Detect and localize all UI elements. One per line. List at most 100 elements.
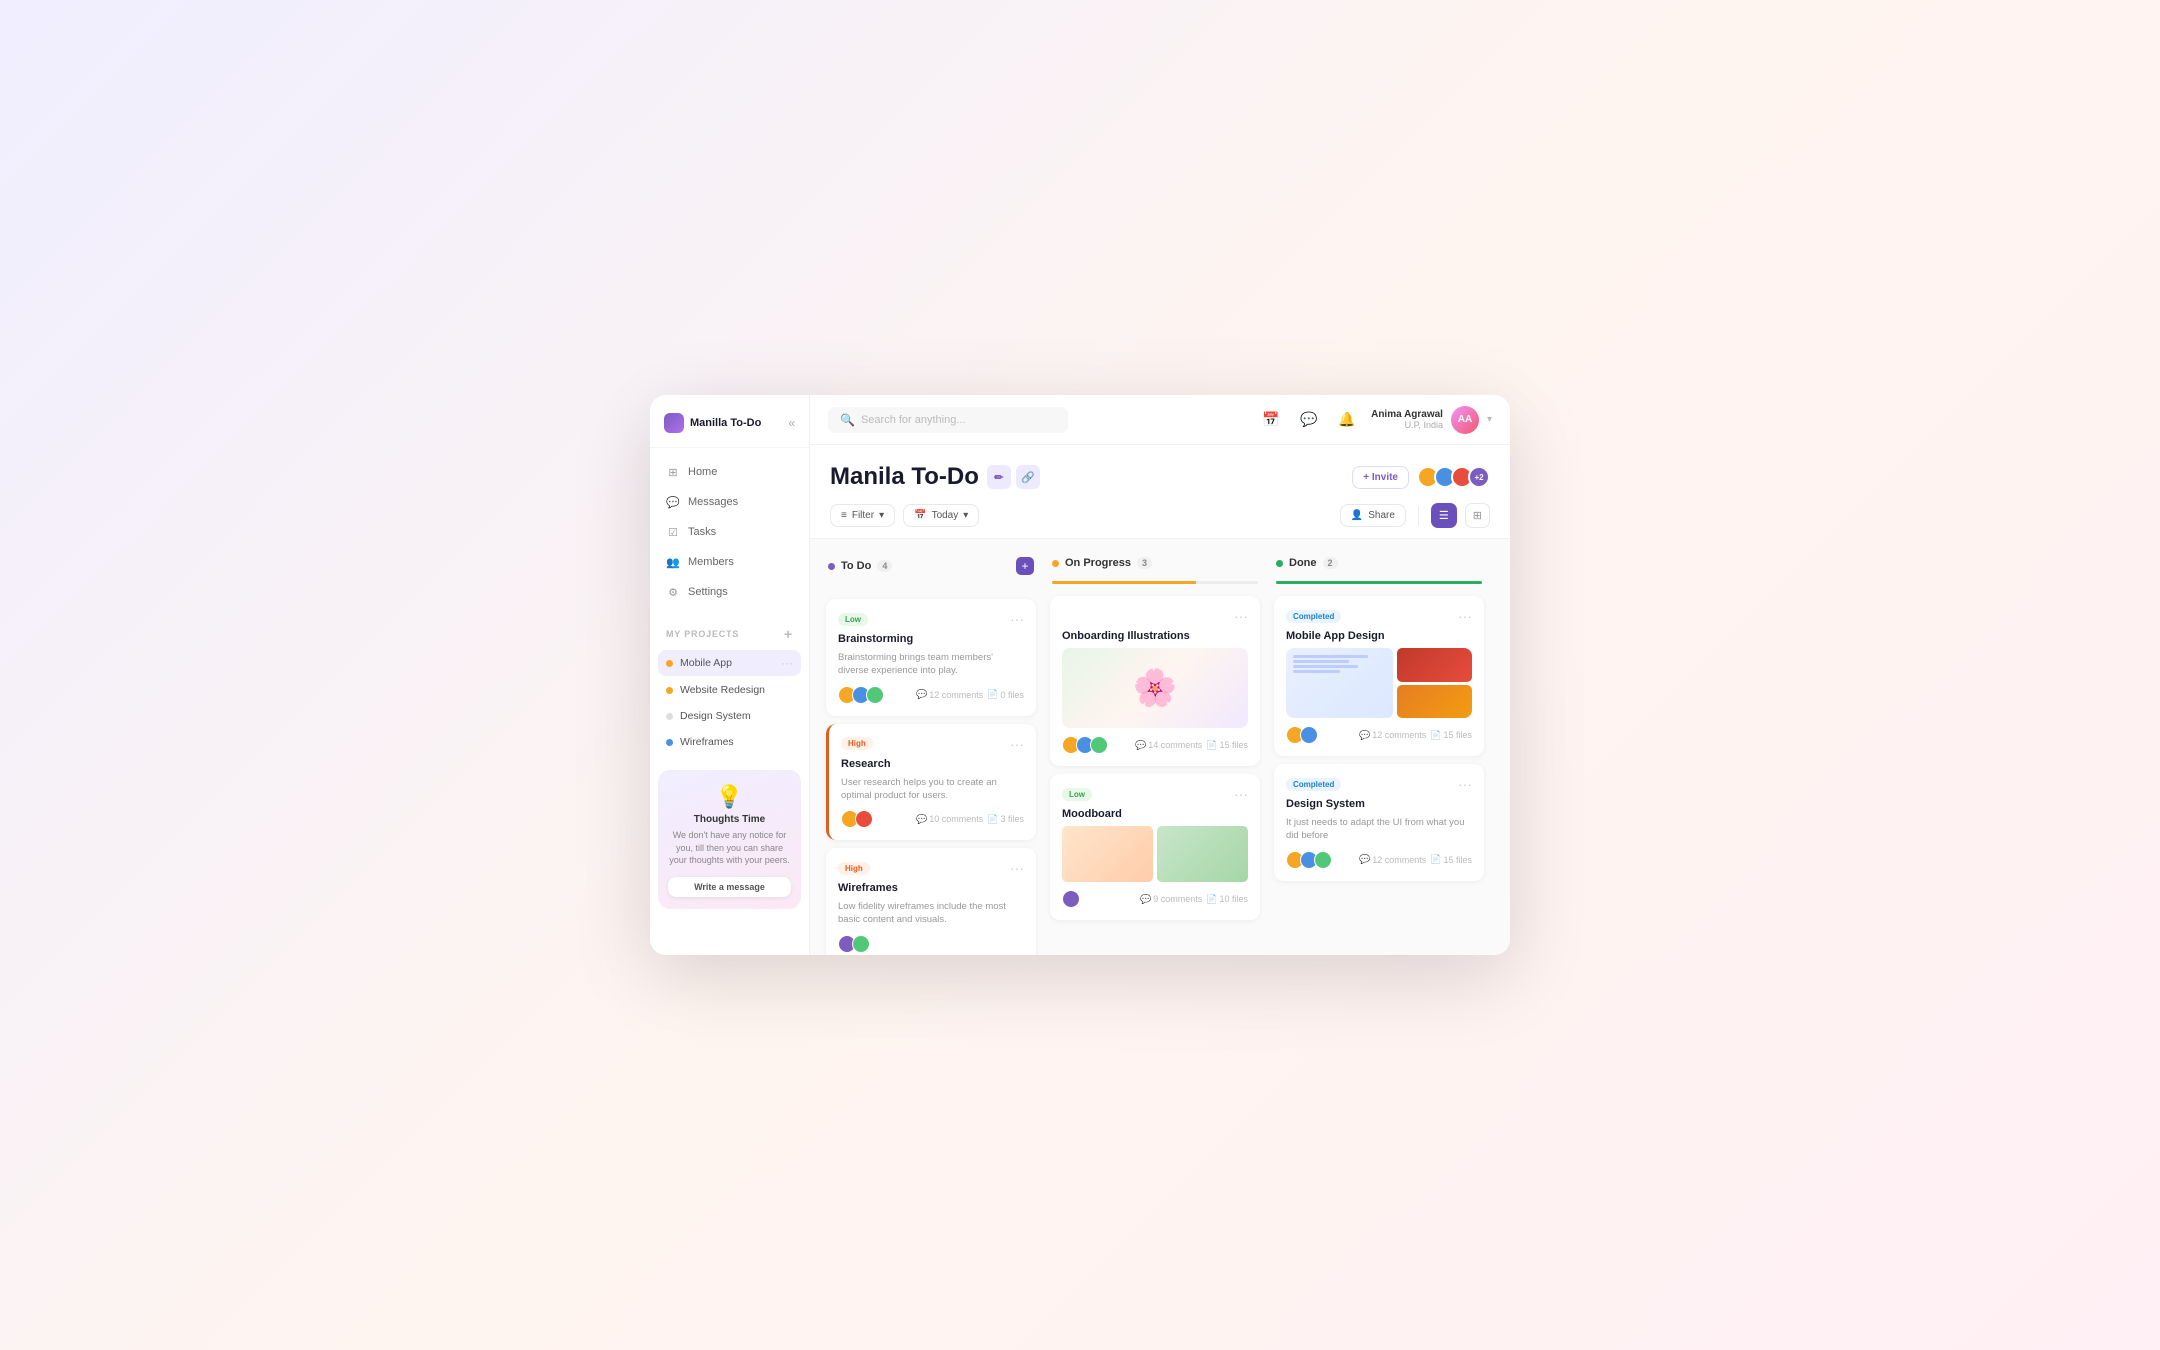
- project-more-button[interactable]: ···: [781, 656, 793, 670]
- topbar: 🔍 Search for anything... 📅 💬 🔔 Anima Agr…: [810, 395, 1510, 445]
- column-progress-done: [1276, 581, 1482, 584]
- card-more-button[interactable]: ···: [1458, 776, 1472, 792]
- column-dot: [828, 563, 835, 570]
- collapse-button[interactable]: «: [788, 416, 795, 430]
- project-label: Wireframes: [680, 736, 734, 748]
- thoughts-desc: We don't have any notice for you, till t…: [668, 829, 791, 867]
- card-mobile-app-design: Completed ··· Mobile App Design: [1274, 596, 1484, 756]
- card-top: Low ···: [1062, 786, 1248, 802]
- card-desc: Low fidelity wireframes include the most…: [838, 900, 1024, 927]
- column-header-done: Done 2: [1274, 553, 1484, 573]
- edit-title-button[interactable]: ✏: [987, 465, 1011, 489]
- link-button[interactable]: 🔗: [1016, 465, 1040, 489]
- sidebar-item-home[interactable]: ⊞ Home: [658, 458, 801, 486]
- files-count: 📄 15 files: [1430, 854, 1472, 865]
- priority-badge: Low: [1062, 788, 1092, 801]
- avatar: [855, 810, 873, 828]
- logo-icon: [664, 413, 684, 433]
- invite-button[interactable]: + Invite: [1352, 466, 1409, 489]
- project-label: Design System: [680, 710, 751, 722]
- moodboard-img-1: [1062, 826, 1153, 882]
- file-icon: 📄: [1206, 894, 1217, 905]
- sidebar-item-label: Messages: [688, 496, 738, 508]
- grid-view-button[interactable]: ⊞: [1465, 503, 1490, 528]
- thoughts-emoji: 💡: [668, 784, 791, 810]
- card-more-button[interactable]: ···: [1458, 608, 1472, 624]
- card-meta: 💬 9 comments 📄 10 files: [1140, 894, 1248, 905]
- user-dropdown-icon[interactable]: ▾: [1487, 414, 1492, 425]
- file-icon: 📄: [1430, 854, 1441, 865]
- card-avatars: [841, 810, 873, 828]
- filter-icon: ≡: [841, 510, 847, 521]
- share-button[interactable]: 👤 Share: [1340, 504, 1406, 527]
- board-title-row: Manila To-Do ✏ 🔗 + Invite +2: [830, 463, 1490, 491]
- card-images-grid: [1286, 648, 1472, 718]
- comment-icon: 💬: [916, 814, 927, 825]
- toolbar-row: ≡ Filter ▾ 📅 Today ▾ 👤 Share ☰ ⊞: [830, 503, 1490, 528]
- column-dot: [1052, 560, 1059, 567]
- sidebar-item-settings[interactable]: ⚙ Settings: [658, 578, 801, 606]
- search-icon: 🔍: [840, 413, 855, 427]
- comment-icon: 💬: [1140, 894, 1151, 905]
- people-icon: 👥: [666, 555, 680, 569]
- card-images-small: [1397, 648, 1472, 718]
- card-desc: Brainstorming brings team members' diver…: [838, 651, 1024, 678]
- column-header-inprogress: On Progress 3: [1050, 553, 1260, 573]
- card-brainstorming: Low ··· Brainstorming Brainstorming brin…: [826, 599, 1036, 716]
- card-top: Completed ···: [1286, 776, 1472, 792]
- card-more-button[interactable]: ···: [1010, 860, 1024, 876]
- project-item-wireframes[interactable]: Wireframes: [658, 730, 801, 754]
- card-avatars: [838, 686, 884, 704]
- card-title: Design System: [1286, 798, 1472, 810]
- today-button[interactable]: 📅 Today ▾: [903, 504, 979, 527]
- project-label: Website Redesign: [680, 684, 765, 696]
- project-item-design-system[interactable]: Design System: [658, 704, 801, 728]
- sidebar-item-members[interactable]: 👥 Members: [658, 548, 801, 576]
- search-box[interactable]: 🔍 Search for anything...: [828, 407, 1068, 433]
- list-view-button[interactable]: ☰: [1431, 503, 1457, 528]
- column-count-todo: 4: [877, 560, 892, 572]
- project-item-mobile-app[interactable]: Mobile App ···: [658, 650, 801, 676]
- column-count-inprogress: 3: [1137, 557, 1152, 569]
- chat-button[interactable]: 💬: [1295, 406, 1323, 434]
- sidebar-item-label: Tasks: [688, 526, 716, 538]
- filter-button[interactable]: ≡ Filter ▾: [830, 504, 895, 527]
- files-count: 📄 15 files: [1430, 730, 1472, 741]
- comment-icon: 💬: [1135, 740, 1146, 751]
- column-dot: [1276, 560, 1283, 567]
- add-card-todo-button[interactable]: +: [1016, 557, 1034, 575]
- card-more-button[interactable]: ···: [1010, 736, 1024, 752]
- sidebar-item-tasks[interactable]: ☑ Tasks: [658, 518, 801, 546]
- comments-count: 💬 9 comments: [1140, 894, 1202, 905]
- priority-badge: High: [838, 862, 870, 875]
- card-top: Low ···: [838, 611, 1024, 627]
- card-avatars: [838, 935, 870, 953]
- avatar: [1062, 890, 1080, 908]
- write-message-button[interactable]: Write a message: [668, 877, 791, 897]
- project-dot: [666, 660, 673, 667]
- home-icon: ⊞: [666, 465, 680, 479]
- comment-icon: 💬: [916, 689, 927, 700]
- column-title-inprogress: On Progress: [1065, 557, 1131, 569]
- card-desc: User research helps you to create an opt…: [841, 776, 1024, 803]
- card-title: Wireframes: [838, 882, 1024, 894]
- file-icon: 📄: [987, 814, 998, 825]
- user-info[interactable]: Anima Agrawal U.P, India AA ▾: [1371, 406, 1492, 434]
- card-meta: 💬 12 comments 📄 15 files: [1359, 730, 1472, 741]
- card-more-button[interactable]: ···: [1234, 608, 1248, 624]
- card-more-button[interactable]: ···: [1234, 786, 1248, 802]
- priority-badge: Low: [838, 613, 868, 626]
- file-icon: 📄: [1430, 730, 1441, 741]
- card-meta: 💬 12 comments 📄 0 files: [916, 689, 1024, 700]
- card-footer: [838, 935, 1024, 953]
- card-more-button[interactable]: ···: [1010, 611, 1024, 627]
- comments-count: 💬 14 comments: [1135, 740, 1202, 751]
- project-item-website-redesign[interactable]: Website Redesign: [658, 678, 801, 702]
- avatar: [1314, 851, 1332, 869]
- calendar-button[interactable]: 📅: [1257, 406, 1285, 434]
- completed-badge: Completed: [1286, 610, 1341, 623]
- bell-button[interactable]: 🔔: [1333, 406, 1361, 434]
- add-project-button[interactable]: +: [784, 626, 793, 642]
- sidebar-item-messages[interactable]: 💬 Messages: [658, 488, 801, 516]
- card-footer: 💬 9 comments 📄 10 files: [1062, 890, 1248, 908]
